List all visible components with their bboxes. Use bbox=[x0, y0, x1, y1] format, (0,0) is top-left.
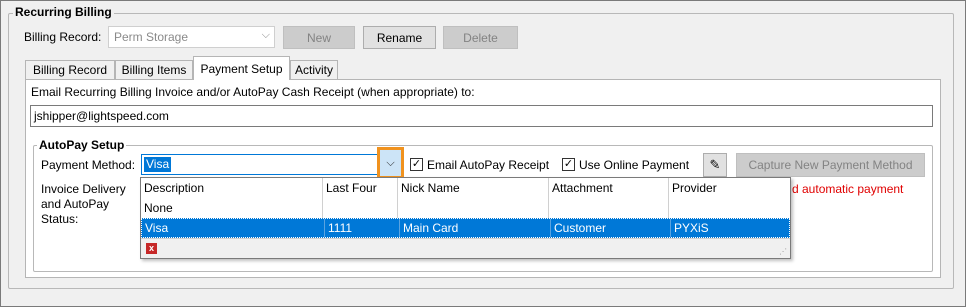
resize-grip-icon[interactable]: ⋰ bbox=[779, 248, 787, 256]
autopay-status-text: d automatic payment bbox=[792, 182, 904, 196]
column-header-last-four[interactable]: Last Four bbox=[323, 178, 398, 198]
dropdown-footer: x ⋰ bbox=[141, 238, 790, 258]
payment-method-dropdown-button[interactable]: ⌵ bbox=[377, 147, 404, 179]
cell-description: None bbox=[141, 198, 323, 218]
column-header-nick-name[interactable]: Nick Name bbox=[398, 178, 549, 198]
payment-method-label: Payment Method: bbox=[41, 158, 136, 172]
list-item-selected[interactable]: Visa 1111 Main Card Customer PYXiS bbox=[141, 218, 790, 238]
invoice-delivery-label-2: and AutoPay bbox=[41, 197, 110, 211]
cell-nick-name: Main Card bbox=[399, 219, 550, 237]
column-header-description[interactable]: Description bbox=[141, 178, 323, 198]
payment-method-dropdown: Description Last Four Nick Name Attachme… bbox=[140, 177, 791, 259]
cell-attachment: Customer bbox=[550, 219, 670, 237]
recurring-billing-title: Recurring Billing bbox=[13, 5, 114, 20]
email-field[interactable]: jshipper@lightspeed.com bbox=[30, 105, 933, 127]
column-header-provider[interactable]: Provider bbox=[669, 178, 789, 198]
cell-separator bbox=[398, 198, 549, 218]
cell-provider: PYXiS bbox=[670, 219, 789, 237]
cell-description: Visa bbox=[145, 221, 169, 235]
autopay-setup-title: AutoPay Setup bbox=[37, 138, 127, 153]
chevron-down-icon: ⌵ bbox=[261, 29, 270, 41]
cell-last-four: 1111 bbox=[324, 219, 399, 237]
cell-separator bbox=[549, 198, 669, 218]
tab-activity[interactable]: Activity bbox=[290, 60, 338, 79]
email-autopay-receipt-label: Email AutoPay Receipt bbox=[427, 158, 550, 172]
delete-button[interactable]: Delete bbox=[443, 26, 518, 49]
billing-record-select[interactable]: Perm Storage ⌵ bbox=[108, 26, 275, 48]
use-online-payment-label: Use Online Payment bbox=[579, 158, 690, 172]
cell-separator bbox=[323, 198, 398, 218]
new-button[interactable]: New bbox=[283, 26, 355, 49]
pencil-icon: ✎ bbox=[709, 157, 721, 172]
billing-record-value: Perm Storage bbox=[114, 30, 189, 44]
tab-payment-setup[interactable]: Payment Setup bbox=[193, 56, 290, 80]
payment-method-select[interactable]: Visa bbox=[141, 154, 379, 175]
chevron-down-icon: ⌵ bbox=[386, 156, 395, 169]
tab-billing-record[interactable]: Billing Record bbox=[25, 60, 115, 79]
edit-payment-button[interactable]: ✎ bbox=[703, 153, 727, 177]
column-header-attachment[interactable]: Attachment bbox=[549, 178, 669, 198]
tab-billing-items[interactable]: Billing Items bbox=[115, 60, 193, 79]
list-item[interactable]: None bbox=[141, 198, 790, 218]
capture-new-payment-method-button[interactable]: Capture New Payment Method bbox=[736, 153, 925, 177]
invoice-delivery-label-3: Status: bbox=[41, 212, 79, 226]
rename-button[interactable]: Rename bbox=[363, 26, 436, 49]
email-invoice-label: Email Recurring Billing Invoice and/or A… bbox=[31, 85, 475, 99]
invoice-delivery-label-1: Invoice Delivery bbox=[41, 182, 126, 196]
use-online-payment-checkbox[interactable]: ✓ bbox=[562, 158, 575, 171]
billing-record-label: Billing Record: bbox=[24, 30, 102, 44]
payment-method-value: Visa bbox=[144, 157, 172, 172]
email-autopay-receipt-checkbox[interactable]: ✓ bbox=[410, 158, 423, 171]
clear-icon[interactable]: x bbox=[146, 243, 157, 254]
